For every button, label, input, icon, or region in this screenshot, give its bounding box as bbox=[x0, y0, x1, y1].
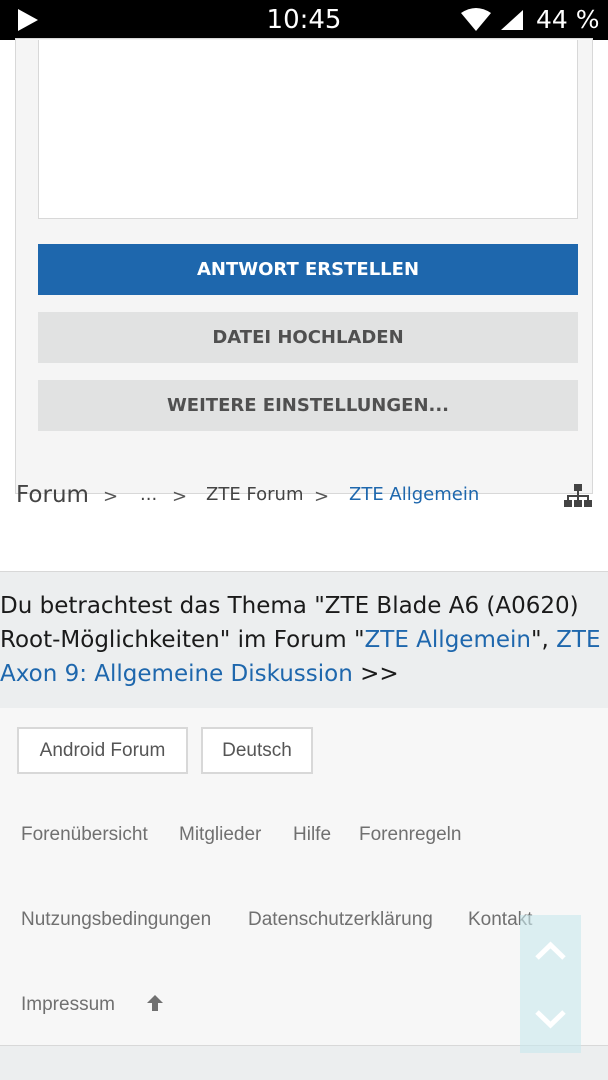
breadcrumb-forum[interactable]: Forum bbox=[16, 482, 89, 508]
breadcrumb-zte-forum[interactable]: ZTE Forum bbox=[206, 484, 304, 505]
reply-textarea[interactable] bbox=[38, 40, 578, 219]
chevron-right-icon: > bbox=[314, 486, 330, 507]
thread-info: Du betrachtest das Thema "ZTE Blade A6 (… bbox=[0, 589, 608, 691]
style-chooser-button[interactable]: Android Forum bbox=[17, 727, 188, 774]
footer-link-forenuebersicht[interactable]: Forenübersicht bbox=[21, 824, 148, 846]
next-arrow-text: >> bbox=[352, 661, 399, 687]
create-reply-button[interactable]: ANTWORT ERSTELLEN bbox=[38, 244, 578, 295]
reply-card: ANTWORT ERSTELLEN DATEI HOCHLADEN WEITER… bbox=[0, 38, 608, 572]
battery-level: 44 % bbox=[536, 5, 600, 34]
arrow-up-icon[interactable] bbox=[146, 994, 164, 1012]
scroll-widget bbox=[520, 915, 581, 1053]
sitemap-icon[interactable] bbox=[564, 484, 592, 508]
chevron-right-icon: > bbox=[103, 486, 119, 507]
breadcrumb: Forum > ... > ZTE Forum > ZTE Allgemein bbox=[0, 470, 608, 520]
footer-link-datenschutz[interactable]: Datenschutzerklärung bbox=[248, 909, 433, 931]
breadcrumb-ellipsis[interactable]: ... bbox=[140, 484, 157, 505]
chevron-right-icon: > bbox=[172, 486, 188, 507]
footer-link-nutzungsbedingungen[interactable]: Nutzungsbedingungen bbox=[21, 909, 211, 931]
upload-file-button[interactable]: DATEI HOCHLADEN bbox=[38, 312, 578, 363]
footer-link-mitglieder[interactable]: Mitglieder bbox=[179, 824, 261, 846]
status-bar: 10:45 44 % bbox=[0, 0, 608, 40]
scroll-up-icon[interactable] bbox=[534, 939, 567, 961]
footer-link-hilfe[interactable]: Hilfe bbox=[293, 824, 331, 846]
breadcrumb-zte-allgemein[interactable]: ZTE Allgemein bbox=[349, 484, 479, 505]
thread-info-separator: ", bbox=[530, 627, 557, 653]
forum-link[interactable]: ZTE Allgemein bbox=[365, 627, 531, 653]
signal-icon bbox=[501, 10, 523, 30]
scroll-down-icon[interactable] bbox=[534, 1009, 567, 1031]
language-chooser-button[interactable]: Deutsch bbox=[201, 727, 313, 774]
more-settings-button[interactable]: WEITERE EINSTELLUNGEN... bbox=[38, 380, 578, 431]
footer-link-forenregeln[interactable]: Forenregeln bbox=[359, 824, 461, 846]
footer-link-impressum[interactable]: Impressum bbox=[21, 994, 115, 1016]
footer: Android Forum Deutsch Forenübersicht Mit… bbox=[0, 708, 608, 1046]
wifi-icon bbox=[461, 8, 491, 31]
